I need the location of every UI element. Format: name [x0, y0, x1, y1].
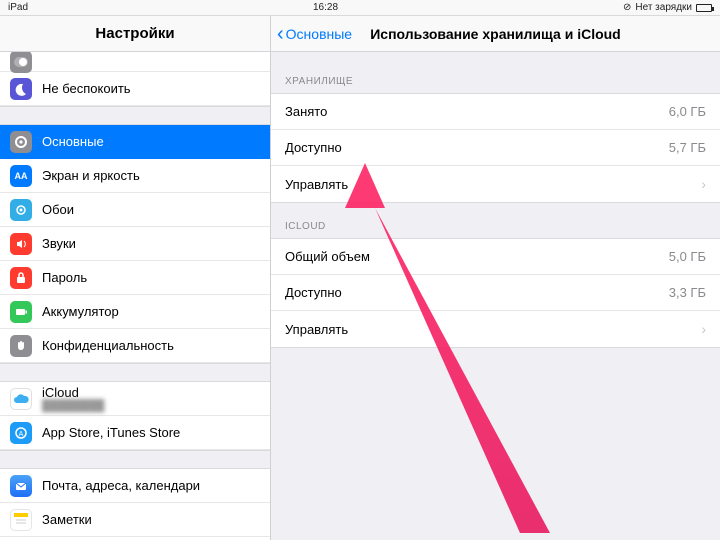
notes-icon [10, 509, 32, 531]
sidebar-item-appstore[interactable]: A App Store, iTunes Store [0, 416, 270, 450]
sidebar-item-do-not-disturb[interactable]: Не беспокоить [0, 72, 270, 106]
back-button[interactable]: ‹ Основные [271, 24, 352, 44]
chevron-right-icon: › [701, 176, 706, 192]
sidebar-item-label: Звуки [42, 236, 270, 251]
sidebar-item-mail[interactable]: Почта, адреса, календари [0, 469, 270, 503]
sidebar-title: Настройки [0, 16, 270, 52]
row-key: Занято [285, 104, 669, 119]
sidebar-item-battery[interactable]: Аккумулятор [0, 295, 270, 329]
sidebar-item-label: Конфиденциальность [42, 338, 270, 353]
sidebar-item-icloud[interactable]: iCloud ████████ [0, 382, 270, 416]
sidebar-item-label: Аккумулятор [42, 304, 270, 319]
group-icloud: Общий объем 5,0 ГБ Доступно 3,3 ГБ Управ… [271, 238, 720, 348]
row-value: 6,0 ГБ [669, 104, 706, 119]
appstore-icon: A [10, 422, 32, 444]
row-storage-used[interactable]: Занято 6,0 ГБ [271, 94, 720, 130]
sidebar-item-label: Заметки [42, 512, 270, 527]
sidebar-item-sounds[interactable]: Звуки [0, 227, 270, 261]
row-storage-manage[interactable]: Управлять › [271, 166, 720, 202]
speaker-icon [10, 233, 32, 255]
display-icon: AA [10, 165, 32, 187]
row-key: Управлять [285, 177, 693, 192]
icloud-account-blurred: ████████ [42, 400, 104, 412]
row-icloud-available[interactable]: Доступно 3,3 ГБ [271, 275, 720, 311]
row-key: Управлять [285, 322, 693, 337]
wallpaper-icon [10, 199, 32, 221]
chevron-right-icon: › [701, 321, 706, 337]
row-icloud-total[interactable]: Общий объем 5,0 ГБ [271, 239, 720, 275]
status-device: iPad [8, 2, 28, 13]
battery-icon [10, 301, 32, 323]
sidebar-item-wallpaper[interactable]: Обои [0, 193, 270, 227]
sidebar-item-label: iCloud [42, 385, 104, 400]
sidebar-item-privacy[interactable]: Конфиденциальность [0, 329, 270, 363]
sidebar-item-label: Основные [42, 134, 270, 149]
hand-icon [10, 335, 32, 357]
row-key: Доступно [285, 140, 669, 155]
row-icloud-manage[interactable]: Управлять › [271, 311, 720, 347]
mail-icon [10, 475, 32, 497]
cloud-icon [10, 388, 32, 410]
lock-icon [10, 267, 32, 289]
row-storage-available[interactable]: Доступно 5,7 ГБ [271, 130, 720, 166]
sidebar-item-label: Экран и яркость [42, 168, 270, 183]
sidebar-item-label [42, 54, 270, 69]
group-header-storage: ХРАНИЛИЩЕ [271, 58, 720, 93]
status-charging-icon: ⊘ [623, 2, 631, 13]
group-storage: Занято 6,0 ГБ Доступно 5,7 ГБ Управлять … [271, 93, 720, 203]
sidebar-item-label: App Store, iTunes Store [42, 425, 270, 440]
sidebar-item-clipped[interactable] [0, 52, 270, 72]
status-charging-text: Нет зарядки [635, 2, 692, 13]
sidebar-item-notes[interactable]: Заметки [0, 503, 270, 537]
sidebar-item-label: Не беспокоить [42, 81, 270, 96]
status-time: 16:28 [28, 2, 623, 13]
back-button-label: Основные [286, 26, 352, 42]
row-key: Общий объем [285, 249, 669, 264]
battery-icon [696, 4, 712, 12]
sidebar-item-label: Пароль [42, 270, 270, 285]
svg-text:A: A [19, 431, 24, 438]
toggle-icon [10, 52, 32, 73]
moon-icon [10, 78, 32, 100]
sidebar-item-passcode[interactable]: Пароль [0, 261, 270, 295]
svg-text:AA: AA [15, 171, 28, 181]
row-value: 5,7 ГБ [669, 140, 706, 155]
row-value: 5,0 ГБ [669, 249, 706, 264]
sidebar-item-label: Обои [42, 202, 270, 217]
gear-icon [10, 131, 32, 153]
sidebar-item-display-brightness[interactable]: AA Экран и яркость [0, 159, 270, 193]
chevron-left-icon: ‹ [277, 24, 284, 44]
row-value: 3,3 ГБ [669, 285, 706, 300]
sidebar-item-label: Почта, адреса, календари [42, 478, 270, 493]
group-header-icloud: ICLOUD [271, 203, 720, 238]
sidebar-item-general[interactable]: Основные [0, 125, 270, 159]
row-key: Доступно [285, 285, 669, 300]
